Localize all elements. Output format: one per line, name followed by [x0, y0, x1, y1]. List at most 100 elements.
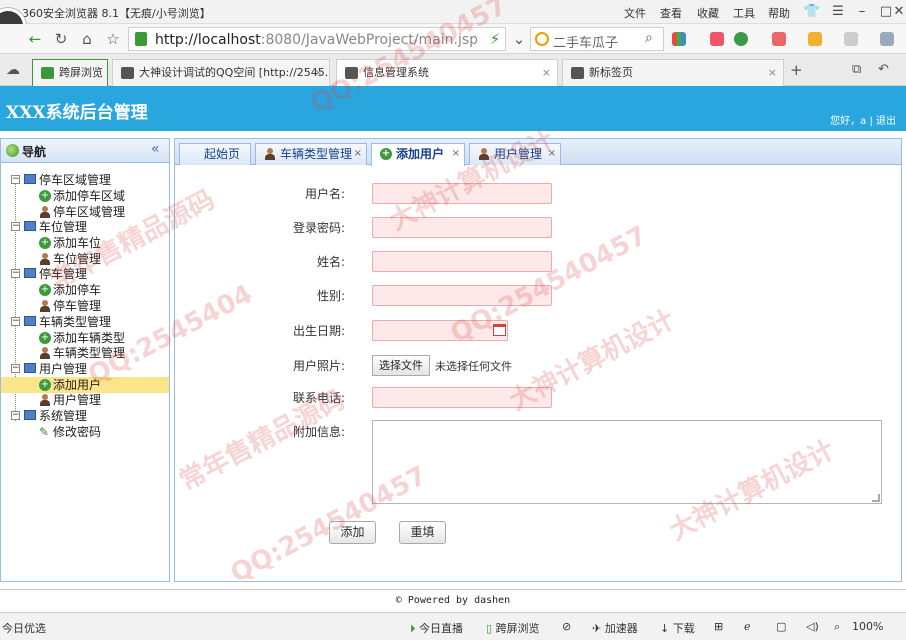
menu-icon[interactable]: ☰: [826, 2, 850, 22]
security-icon[interactable]: [734, 32, 748, 46]
extra-info-textarea[interactable]: [372, 420, 882, 504]
collapse-tree-icon[interactable]: −: [11, 175, 20, 184]
collapse-tree-icon[interactable]: −: [11, 364, 20, 373]
sidebar-group-vehicle-type[interactable]: − 车辆类型管理: [1, 314, 169, 330]
cloud-icon[interactable]: ☁: [6, 62, 20, 78]
refresh-icon[interactable]: ↻: [50, 28, 72, 50]
sidebar-item-add-vehicle-type[interactable]: + 添加车辆类型: [1, 330, 169, 346]
sidebar: 导航 « − 停车区域管理 + 添加停车区域 停车区域管理 − 车位管理 + 添加车位 …: [0, 138, 170, 582]
sidebar-group-user[interactable]: − 用户管理: [1, 361, 169, 377]
status-accelerator[interactable]: ✈ 加速器: [592, 620, 638, 636]
extension-icon[interactable]: [710, 32, 724, 46]
sidebar-item-vehicle-type-manage[interactable]: 车辆类型管理: [1, 345, 169, 361]
tab-close-icon[interactable]: ×: [314, 60, 323, 86]
address-bar: ← ↻ ⌂ ☆ http://localhost:8080/JavaWebPro…: [0, 24, 906, 54]
status-download[interactable]: ↓ 下载: [660, 620, 695, 636]
folder-pc-icon: [24, 410, 36, 420]
sidebar-group-system[interactable]: − 系统管理: [1, 408, 169, 424]
collapse-icon[interactable]: «: [151, 141, 160, 157]
new-tab-icon[interactable]: +: [790, 61, 803, 79]
calendar-icon[interactable]: [493, 324, 506, 336]
sidebar-item-add-space[interactable]: + 添加车位: [1, 235, 169, 251]
volume-icon[interactable]: ◁): [806, 620, 819, 633]
tab-close-icon[interactable]: ×: [354, 144, 362, 164]
sidebar-item-user-manage[interactable]: 用户管理: [1, 392, 169, 408]
search-input[interactable]: 二手车瓜子 ⌕: [530, 27, 664, 51]
menu-file[interactable]: 文件: [624, 5, 646, 21]
sidebar-group-parking[interactable]: − 停车管理: [1, 266, 169, 282]
search-icon[interactable]: ⌕: [645, 30, 653, 46]
status-icon-a[interactable]: ⊘: [562, 620, 571, 633]
menu-help[interactable]: 帮助: [768, 5, 790, 21]
user-icon: [478, 148, 490, 160]
chevron-down-icon[interactable]: ⌄: [508, 28, 530, 50]
star-icon[interactable]: ☆: [102, 28, 124, 50]
greeting-logout[interactable]: 您好，a | 退出: [830, 112, 896, 127]
username-input[interactable]: [372, 183, 552, 204]
sidebar-group-space[interactable]: − 车位管理: [1, 219, 169, 235]
user-icon: [264, 148, 276, 160]
sidebar-item-add-user[interactable]: + 添加用户: [1, 377, 169, 393]
status-live[interactable]: ⏵ 今日直播: [410, 620, 463, 636]
zoom-icon[interactable]: ⌕: [834, 620, 840, 634]
tab-vehicle-type-manage[interactable]: 车辆类型管理 ×: [255, 143, 367, 165]
status-cross-screen[interactable]: ▯ 跨屏浏览: [486, 620, 540, 636]
folder-pc-icon: [24, 268, 36, 278]
collapse-tree-icon[interactable]: −: [11, 269, 20, 278]
reset-button[interactable]: 重填: [399, 521, 446, 544]
collapse-tree-icon[interactable]: −: [11, 317, 20, 326]
sidebar-item-parking-manage[interactable]: 停车管理: [1, 298, 169, 314]
birthday-input[interactable]: [372, 320, 508, 341]
tab-qq-space[interactable]: 大神设计调试的QQ空间 [http://2545... ×: [112, 59, 330, 86]
apps-icon[interactable]: [672, 32, 686, 46]
tab-close-icon[interactable]: ×: [548, 144, 556, 164]
page-icon: [345, 67, 358, 79]
back-icon[interactable]: ←: [24, 28, 46, 50]
translate-icon[interactable]: ⊞: [714, 620, 723, 633]
adblock-icon[interactable]: [772, 32, 786, 46]
ie-icon[interactable]: ℯ: [744, 620, 751, 633]
collapse-tree-icon[interactable]: −: [11, 411, 20, 420]
add-icon: +: [39, 190, 51, 202]
url-input[interactable]: http://localhost:8080/JavaWebProject/mai…: [128, 27, 506, 51]
speed-icon[interactable]: ⚡: [484, 28, 506, 50]
undo-close-icon[interactable]: ↶: [878, 62, 889, 77]
sidebar-item-add-parking-area[interactable]: + 添加停车区域: [1, 188, 169, 204]
sidebar-item-parking-area-manage[interactable]: 停车区域管理: [1, 204, 169, 220]
status-today-picks[interactable]: 今日优选: [2, 620, 46, 636]
tab-new[interactable]: 新标签页 ×: [562, 59, 784, 86]
window-list-icon[interactable]: ⧉: [852, 62, 861, 77]
add-button[interactable]: 添加: [329, 521, 376, 544]
tab-add-user[interactable]: + 添加用户 ×: [371, 143, 465, 166]
tab-close-icon[interactable]: ×: [452, 144, 460, 164]
tab-cross-screen[interactable]: 跨屏浏览: [32, 59, 108, 86]
zoom-level[interactable]: 100%: [852, 620, 883, 633]
tab-home[interactable]: 起始页: [179, 143, 251, 165]
game-icon[interactable]: [844, 32, 858, 46]
sidebar-item-change-password[interactable]: ✎ 修改密码: [1, 424, 169, 440]
folder-pc-icon: [24, 363, 36, 373]
choose-file-button[interactable]: 选择文件: [372, 355, 430, 376]
find-icon[interactable]: [880, 32, 894, 46]
phone-input[interactable]: [372, 387, 552, 408]
minimize-icon[interactable]: –: [850, 2, 874, 22]
menu-favorites[interactable]: 收藏: [697, 5, 719, 21]
tab-info-system[interactable]: 信息管理系统 ×: [336, 59, 558, 87]
skin-icon[interactable]: 👕: [800, 2, 824, 22]
password-input[interactable]: [372, 217, 552, 238]
tab-user-manage[interactable]: 用户管理 ×: [469, 143, 561, 165]
close-icon[interactable]: ✕: [892, 2, 906, 22]
sidebar-group-parking-area[interactable]: − 停车区域管理: [1, 172, 169, 188]
menu-tools[interactable]: 工具: [733, 5, 755, 21]
tab-close-icon[interactable]: ×: [768, 60, 777, 86]
home-icon[interactable]: ⌂: [76, 28, 98, 50]
name-input[interactable]: [372, 251, 552, 272]
gender-input[interactable]: [372, 285, 552, 306]
sidebar-item-space-manage[interactable]: 车位管理: [1, 251, 169, 267]
collapse-tree-icon[interactable]: −: [11, 222, 20, 231]
menu-view[interactable]: 查看: [660, 5, 682, 21]
window-icon[interactable]: ▢: [776, 620, 786, 633]
tab-close-icon[interactable]: ×: [542, 60, 551, 86]
sidebar-item-add-parking[interactable]: + 添加停车: [1, 282, 169, 298]
coupon-icon[interactable]: [808, 32, 822, 46]
